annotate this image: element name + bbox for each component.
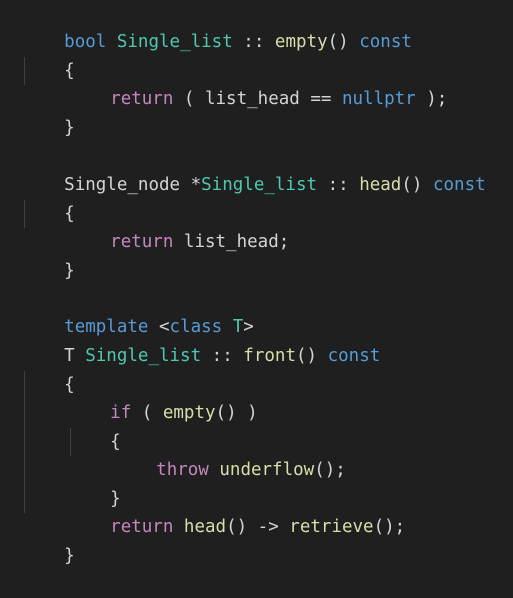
punct: (); xyxy=(373,517,406,537)
code-line-18: return head() -> retrieve(); xyxy=(68,485,405,537)
code-line-3: return ( list_head == nullptr ); xyxy=(68,57,447,109)
keyword-return: return xyxy=(110,89,174,109)
code-line-16: throw underflow(); xyxy=(114,428,346,480)
close-brace: } xyxy=(64,261,75,281)
code-line-19: } xyxy=(22,514,75,566)
parens: () xyxy=(401,175,423,195)
code-line-1: bool Single_list :: empty() const xyxy=(22,0,412,52)
identifier-list-head: list_head xyxy=(204,89,300,109)
code-line-6: Single_node *Single_list :: head() const xyxy=(22,143,486,195)
keyword-return: return xyxy=(110,232,174,252)
equality-operator: == xyxy=(299,89,342,109)
code-line-15: { xyxy=(68,400,121,452)
code-line-4: } xyxy=(22,86,75,138)
parens: () xyxy=(295,346,318,366)
function-empty-call: empty xyxy=(162,403,216,423)
keyword-const: const xyxy=(327,346,381,366)
scope-operator: :: xyxy=(232,32,275,52)
pointer-star: * xyxy=(180,175,202,195)
punct: () ) xyxy=(215,403,258,423)
semicolon: ; xyxy=(278,232,290,252)
type-single-node: Single_node xyxy=(64,175,181,195)
function-front: front xyxy=(243,346,296,366)
code-editor[interactable]: bool Single_list :: empty() const { retu… xyxy=(0,0,513,571)
arrow-operator: () -> xyxy=(226,517,290,537)
close-brace: } xyxy=(64,546,75,566)
punct: ); xyxy=(415,89,448,109)
code-line-8: return list_head; xyxy=(68,200,289,252)
keyword-nullptr: nullptr xyxy=(341,89,416,109)
code-line-9: } xyxy=(22,229,75,281)
keyword-const: const xyxy=(359,32,412,52)
type-single-list: Single_list xyxy=(85,346,202,366)
function-underflow: underflow xyxy=(208,460,315,480)
keyword-const: const xyxy=(432,175,486,195)
parens: () xyxy=(327,32,349,52)
function-head-call: head xyxy=(173,517,227,537)
identifier-list-head: list_head xyxy=(173,232,279,252)
scope-operator: :: xyxy=(317,175,360,195)
keyword-return: return xyxy=(110,517,174,537)
code-line-11: template <class T> xyxy=(22,285,254,337)
function-head: head xyxy=(359,175,402,195)
code-line-7: { xyxy=(22,172,75,224)
keyword-throw: throw xyxy=(156,460,209,480)
code-line-2: { xyxy=(22,29,75,81)
punct: ( xyxy=(173,89,205,109)
punct: (); xyxy=(314,460,346,480)
type-single-list: Single_list xyxy=(116,32,233,52)
code-line-12: T Single_list :: front() const xyxy=(22,314,380,366)
scope-operator: :: xyxy=(201,346,244,366)
function-empty: empty xyxy=(274,32,328,52)
code-line-14: if ( empty() ) xyxy=(68,371,258,423)
type-single-list: Single_list xyxy=(201,175,318,195)
code-line-13: { xyxy=(22,343,75,395)
punct: ( xyxy=(131,403,163,423)
code-line-17: } xyxy=(68,457,121,509)
function-retrieve: retrieve xyxy=(289,517,374,537)
close-brace: } xyxy=(64,118,75,138)
